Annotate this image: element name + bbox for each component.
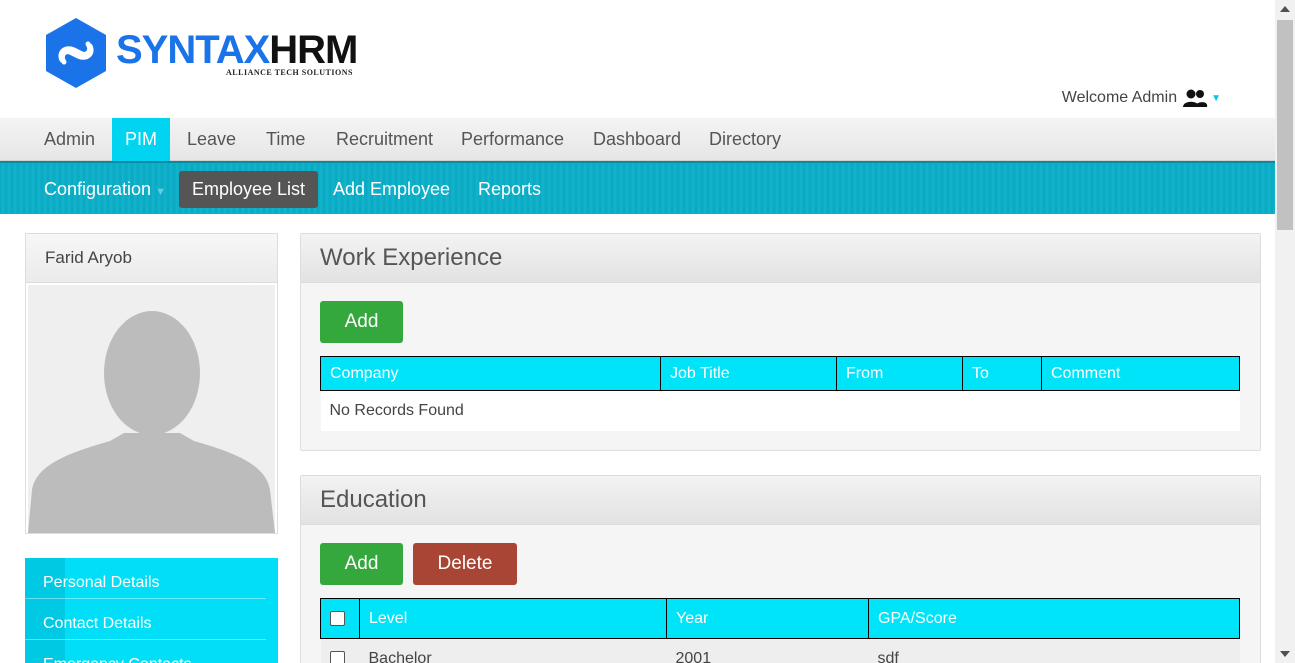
brand-name: SYNTAXHRM bbox=[116, 28, 358, 72]
nav-performance[interactable]: Performance bbox=[448, 118, 577, 161]
table-row[interactable]: Bachelor 2001 sdf bbox=[320, 638, 1240, 663]
nav-directory[interactable]: Directory bbox=[696, 118, 794, 161]
table-header-row: Company Job Title From To Comment bbox=[320, 356, 1240, 391]
caret-down-icon: ▼ bbox=[1211, 92, 1221, 104]
avatar[interactable] bbox=[28, 285, 275, 533]
scroll-down-arrow-icon[interactable] bbox=[1280, 651, 1290, 657]
employee-side-menu: Personal Details Contact Details Emergen… bbox=[25, 558, 278, 663]
nav-time[interactable]: Time bbox=[253, 118, 318, 161]
person-silhouette-icon bbox=[28, 285, 275, 533]
column-company[interactable]: Company bbox=[320, 356, 661, 391]
users-icon bbox=[1183, 89, 1208, 107]
subnav-reports[interactable]: Reports bbox=[465, 171, 554, 208]
brand-logo[interactable]: SYNTAXHRM ALLIANCE TECH SOLUTIONS bbox=[44, 16, 374, 90]
welcome-menu[interactable]: Welcome Admin ▼ bbox=[1062, 88, 1221, 108]
side-menu-contact-details[interactable]: Contact Details bbox=[25, 599, 266, 640]
education-delete-button[interactable]: Delete bbox=[413, 543, 517, 585]
cell-year: 2001 bbox=[666, 638, 869, 663]
scrollbar-thumb[interactable] bbox=[1277, 20, 1293, 230]
education-title: Education bbox=[301, 476, 1260, 525]
nav-leave[interactable]: Leave bbox=[174, 118, 249, 161]
nav-dashboard[interactable]: Dashboard bbox=[580, 118, 694, 161]
select-all-checkbox[interactable] bbox=[330, 610, 345, 626]
brand-tagline: ALLIANCE TECH SOLUTIONS bbox=[226, 68, 353, 77]
nav-pim[interactable]: PIM bbox=[112, 118, 171, 161]
column-to[interactable]: To bbox=[962, 356, 1042, 391]
subnav-add-employee[interactable]: Add Employee bbox=[320, 171, 463, 208]
scroll-up-arrow-icon[interactable] bbox=[1280, 6, 1290, 12]
table-row: No Records Found bbox=[320, 390, 1240, 431]
nav-admin[interactable]: Admin bbox=[31, 118, 108, 161]
column-level[interactable]: Level bbox=[359, 598, 667, 639]
side-menu-personal-details[interactable]: Personal Details bbox=[25, 558, 266, 599]
logo-hexagon-icon bbox=[46, 18, 106, 88]
education-table: Level Year GPA/Score Bachelor 2001 sdf bbox=[320, 598, 1240, 663]
side-menu-emergency-contacts[interactable]: Emergency Contacts bbox=[25, 640, 266, 663]
row-checkbox[interactable] bbox=[329, 651, 345, 663]
column-year[interactable]: Year bbox=[666, 598, 869, 639]
work-experience-panel: Work Experience Add Company Job Title Fr… bbox=[300, 233, 1261, 451]
table-header-row: Level Year GPA/Score bbox=[320, 598, 1240, 639]
nav-recruitment[interactable]: Recruitment bbox=[323, 118, 446, 161]
work-experience-title: Work Experience bbox=[301, 234, 1260, 283]
subnav-employee-list[interactable]: Employee List bbox=[179, 171, 319, 208]
brand-name-part1: SYNTAX bbox=[116, 28, 270, 72]
profile-card: Farid Aryob bbox=[25, 233, 278, 534]
dropdown-caret-icon: ▼ bbox=[155, 186, 166, 198]
column-from[interactable]: From bbox=[836, 356, 963, 391]
select-all-cell bbox=[320, 598, 360, 639]
employee-name: Farid Aryob bbox=[26, 234, 277, 283]
column-job-title[interactable]: Job Title bbox=[660, 356, 837, 391]
sub-navigation: Configuration ▼ Employee List Add Employe… bbox=[0, 161, 1275, 214]
page-header: SYNTAXHRM ALLIANCE TECH SOLUTIONS Welcom… bbox=[0, 0, 1275, 118]
row-checkbox-cell bbox=[320, 638, 360, 663]
work-experience-add-button[interactable]: Add bbox=[320, 301, 403, 343]
column-comment[interactable]: Comment bbox=[1041, 356, 1240, 391]
education-add-button[interactable]: Add bbox=[320, 543, 403, 585]
no-records-text: No Records Found bbox=[320, 390, 1240, 431]
column-gpa-score[interactable]: GPA/Score bbox=[868, 598, 1240, 639]
work-experience-table: Company Job Title From To Comment No Rec… bbox=[320, 356, 1240, 431]
main-navigation: Admin PIM Leave Time Recruitment Perform… bbox=[0, 118, 1275, 161]
page-scrollbar[interactable] bbox=[1275, 0, 1295, 663]
subnav-configuration[interactable]: Configuration ▼ bbox=[31, 171, 179, 208]
welcome-text: Welcome Admin bbox=[1061, 89, 1178, 106]
brand-name-part2: HRM bbox=[269, 28, 358, 72]
subnav-configuration-label: Configuration bbox=[44, 179, 152, 199]
cell-level: Bachelor bbox=[359, 638, 667, 663]
cell-score: sdf bbox=[868, 638, 1240, 663]
education-panel: Education Add Delete Level Year GPA/Scor… bbox=[300, 475, 1261, 663]
